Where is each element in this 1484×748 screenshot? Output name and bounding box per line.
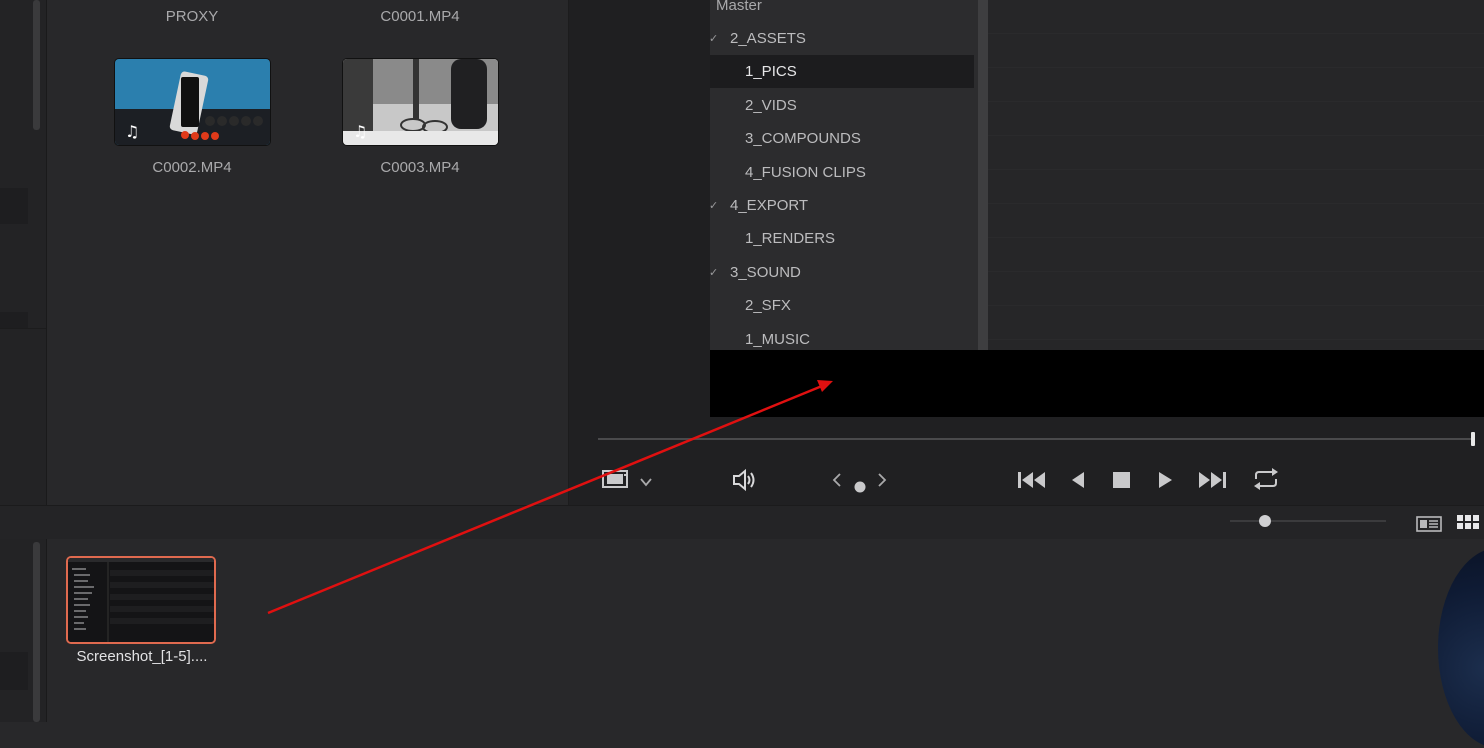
clip-thumbnail-c0002[interactable]: ♫ <box>114 58 271 146</box>
left-sidebar-item[interactable] <box>0 312 28 328</box>
divider <box>0 328 46 329</box>
bin-tree-item[interactable]: 3_COMPOUNDS <box>745 122 861 155</box>
go-to-end-icon[interactable] <box>1196 468 1228 498</box>
screenshot-thumbnail-image <box>68 558 214 642</box>
bottom-clip-panel <box>0 539 1484 722</box>
viewer-left-area <box>569 0 710 420</box>
bin-tree-item[interactable]: 4_FUSION CLIPS <box>745 156 866 189</box>
clip-thumbnail-c0003[interactable]: ♫ <box>342 58 499 146</box>
go-to-start-icon[interactable] <box>1016 468 1048 498</box>
music-note-icon: ♫ <box>125 122 139 141</box>
chevron-down-icon[interactable] <box>639 470 653 496</box>
viewer-black-area <box>710 350 1484 417</box>
bin-tree-item[interactable]: 2_ASSETS <box>730 22 806 55</box>
left-sidebar-item[interactable] <box>0 188 28 224</box>
bin-tree-item[interactable]: 3_SOUND <box>730 256 801 289</box>
checkmark-icon: ✓ <box>709 33 719 45</box>
thumbnail-zoom-slider[interactable] <box>1230 520 1386 522</box>
next-marker-icon[interactable] <box>876 470 888 496</box>
volume-icon[interactable] <box>731 468 759 498</box>
left-scrollbar[interactable] <box>33 0 40 130</box>
thumbnail-image: ♫ <box>343 59 498 145</box>
bin-tree-scrollbar[interactable] <box>978 0 988 350</box>
clip-label-c0002: C0002.MP4 <box>152 159 232 176</box>
play-reverse-icon[interactable] <box>1068 468 1088 498</box>
bin-tree-item[interactable]: 1_PICS <box>745 55 797 88</box>
thumbnail-image: ♫ <box>115 59 270 145</box>
stop-icon[interactable] <box>1111 468 1133 498</box>
bin-tree-item[interactable]: 2_VIDS <box>745 89 797 122</box>
checkmark-icon: ✓ <box>709 200 719 212</box>
play-icon[interactable] <box>1155 468 1175 498</box>
clip-view-icon[interactable] <box>602 468 628 496</box>
selected-clip-label: Screenshot_[1-5].... <box>76 648 208 665</box>
checkmark-icon: ✓ <box>709 266 719 279</box>
bottom-scrollbar[interactable] <box>33 542 40 722</box>
bottom-sidebar-item[interactable] <box>0 652 28 690</box>
clip-label-c0003: C0003.MP4 <box>380 159 460 176</box>
bin-tree-item[interactable]: 1_RENDERS <box>745 222 835 255</box>
loop-icon[interactable] <box>1250 466 1282 498</box>
clip-label-c0001: C0001.MP4 <box>380 8 460 25</box>
bin-tree-item[interactable]: 4_EXPORT <box>730 189 808 222</box>
marker-dot-icon[interactable] <box>853 474 867 500</box>
bin-list-area <box>988 0 1484 350</box>
music-note-icon: ♫ <box>353 122 367 141</box>
selected-clip-thumbnail[interactable] <box>66 556 216 644</box>
playhead[interactable] <box>1471 432 1475 446</box>
prev-marker-icon[interactable] <box>831 470 843 496</box>
clip-label-proxy: PROXY <box>165 8 219 25</box>
bin-tree-item[interactable]: 2_SFX <box>745 289 791 322</box>
scrubber-track[interactable] <box>598 438 1474 440</box>
thumbnail-zoom-knob[interactable] <box>1259 515 1271 527</box>
grid-view-icon[interactable] <box>1456 511 1482 537</box>
list-view-icon[interactable] <box>1416 512 1442 538</box>
bin-tree-root[interactable]: Master <box>716 0 762 14</box>
